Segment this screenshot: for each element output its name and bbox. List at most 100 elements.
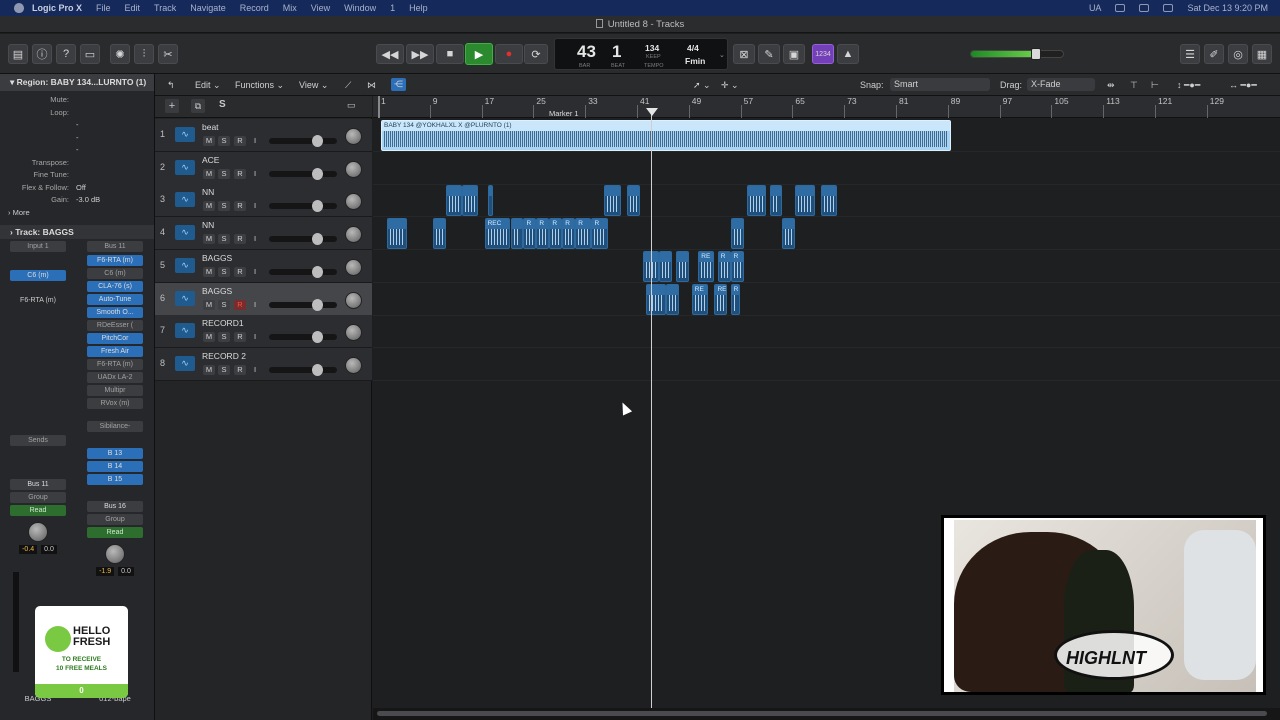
input-monitor-button[interactable]: I: [249, 365, 261, 375]
track-header-3[interactable]: 3 ∿ NN M S R I: [155, 184, 372, 218]
hellofresh-ad[interactable]: HELLO FRESH TO RECEIVE 10 FREE MEALS 0: [35, 606, 128, 698]
solo-button[interactable]: S: [218, 136, 230, 146]
playhead-marker-icon[interactable]: [646, 108, 658, 116]
toolbar-toggle-icon[interactable]: ▭: [80, 44, 100, 64]
menu-app[interactable]: Logic Pro X: [32, 3, 82, 13]
audio-region[interactable]: [510, 218, 524, 250]
track-volume-slider[interactable]: [269, 265, 337, 278]
strip1-automation[interactable]: Read: [10, 505, 66, 516]
menu-window[interactable]: Window: [344, 3, 376, 13]
menu-file[interactable]: File: [96, 3, 111, 13]
audio-region[interactable]: R: [523, 218, 537, 250]
region-param-row[interactable]: Transpose:: [0, 157, 154, 170]
track-volume-knob[interactable]: [311, 331, 323, 344]
audio-region[interactable]: R: [575, 218, 592, 250]
track-pan-knob[interactable]: [345, 160, 362, 178]
audio-region[interactable]: BABY 134 @YOKHALXL X @PLURNTO (1): [381, 120, 951, 151]
zoom-vertical-slider[interactable]: ↕ ━●━: [1177, 80, 1200, 91]
input-monitor-button[interactable]: I: [249, 267, 261, 277]
edit-menu[interactable]: Edit ⌄: [195, 80, 221, 91]
ruler-bar-1[interactable]: 1: [378, 96, 386, 118]
input-monitor-button[interactable]: I: [249, 234, 261, 244]
audio-region[interactable]: [659, 250, 673, 282]
track-volume-knob[interactable]: [311, 200, 323, 213]
rewind-button[interactable]: ◀◀: [376, 44, 404, 64]
strip2-send-2[interactable]: B 15: [87, 474, 143, 485]
region-param-row[interactable]: Fine Tune:: [0, 169, 154, 182]
audio-region[interactable]: [769, 185, 783, 217]
track-volume-knob[interactable]: [311, 265, 323, 278]
solo-button[interactable]: S: [218, 201, 230, 212]
menu-help[interactable]: Help: [409, 3, 428, 13]
waveform-zoom-icon[interactable]: ⇹: [1107, 80, 1115, 91]
master-volume-slider[interactable]: [970, 48, 1064, 60]
strip2-plugin-10[interactable]: Multipr: [87, 385, 143, 396]
menu-1[interactable]: 1: [390, 3, 395, 13]
track-header-6[interactable]: 6 ∿ BAGGS M S R I: [155, 282, 372, 316]
quick-help-icon[interactable]: ?: [56, 44, 76, 64]
strip2-plugin-7[interactable]: Fresh Air: [87, 346, 143, 357]
strip2-plugin-11[interactable]: RVox (m): [87, 398, 143, 409]
ruler-bar-33[interactable]: 33: [585, 96, 598, 118]
track-volume-slider[interactable]: [269, 363, 337, 376]
add-track-button[interactable]: +: [165, 99, 179, 113]
record-enable-button[interactable]: R: [234, 201, 246, 212]
audio-region[interactable]: [795, 185, 815, 217]
strip2-automation[interactable]: Read: [87, 527, 143, 538]
strip2-extra[interactable]: Sibilance-: [87, 421, 143, 432]
track-volume-knob[interactable]: [311, 167, 323, 180]
view-menu[interactable]: View ⌄: [299, 80, 328, 91]
strip2-plugin-2[interactable]: CLA-76 (s): [87, 281, 143, 292]
ruler-bar-25[interactable]: 25: [533, 96, 546, 118]
audio-region[interactable]: R: [730, 283, 741, 315]
mixer-icon[interactable]: ⫶: [134, 44, 154, 64]
mute-button[interactable]: M: [203, 332, 215, 343]
play-button[interactable]: ▶: [465, 43, 493, 65]
solo-button[interactable]: S: [218, 332, 230, 343]
track-pan-knob[interactable]: [345, 128, 362, 145]
count-in-button[interactable]: 1234: [812, 44, 834, 64]
solo-button[interactable]: S: [218, 299, 230, 310]
ruler-bar-73[interactable]: 73: [844, 96, 857, 118]
track-lane-6[interactable]: [373, 283, 1280, 316]
search-icon[interactable]: [1163, 4, 1174, 12]
input-monitor-button[interactable]: I: [249, 201, 261, 211]
strip2-plugin-8[interactable]: F6-RTA (m): [87, 359, 143, 370]
vertical-zoom-icon[interactable]: ⊤: [1130, 80, 1138, 91]
audio-region[interactable]: RE: [714, 283, 728, 315]
track-pan-knob[interactable]: [345, 258, 362, 276]
strip2-plugin-0[interactable]: F6-RTA (m): [87, 255, 143, 266]
audio-region[interactable]: R: [591, 218, 608, 250]
track-volume-knob[interactable]: [311, 135, 323, 147]
editors-icon[interactable]: ✂: [158, 44, 178, 64]
strip1-output[interactable]: Bus 11: [10, 479, 66, 490]
functions-menu[interactable]: Functions ⌄: [235, 80, 284, 91]
audio-region[interactable]: RE: [698, 250, 715, 282]
solo-button[interactable]: S: [218, 364, 230, 375]
horizontal-scrollbar[interactable]: [373, 708, 1280, 720]
duplicate-track-icon[interactable]: ⧉: [191, 99, 205, 113]
menu-record[interactable]: Record: [240, 3, 269, 13]
ruler-bar-97[interactable]: 97: [999, 96, 1012, 118]
stop-button[interactable]: ■: [436, 44, 464, 64]
tuning-icon[interactable]: ✎: [758, 44, 780, 64]
strip2-send-1[interactable]: B 14: [87, 461, 143, 472]
strip2-pan-knob[interactable]: [105, 544, 125, 564]
strip2-plugin-1[interactable]: C6 (m): [87, 268, 143, 279]
record-enable-button[interactable]: R: [234, 299, 246, 310]
audio-region[interactable]: R: [562, 218, 576, 250]
strip2-pan-value[interactable]: -1.9: [96, 567, 115, 576]
ruler-bar-17[interactable]: 17: [481, 96, 494, 118]
track-lane-2[interactable]: [373, 152, 1280, 185]
track-volume-slider[interactable]: [269, 200, 337, 213]
menu-mix[interactable]: Mix: [283, 3, 297, 13]
track-options-icon[interactable]: ▭: [347, 100, 356, 111]
ruler-bar-121[interactable]: 121: [1154, 96, 1172, 118]
audio-region[interactable]: [445, 185, 462, 217]
menu-view[interactable]: View: [311, 3, 330, 13]
track-name[interactable]: beat: [202, 122, 219, 132]
track-lane-5[interactable]: [373, 250, 1280, 283]
automation-icon[interactable]: ⟋: [345, 80, 351, 91]
mute-button[interactable]: M: [203, 266, 215, 277]
strip2-send-0[interactable]: B 13: [87, 448, 143, 459]
